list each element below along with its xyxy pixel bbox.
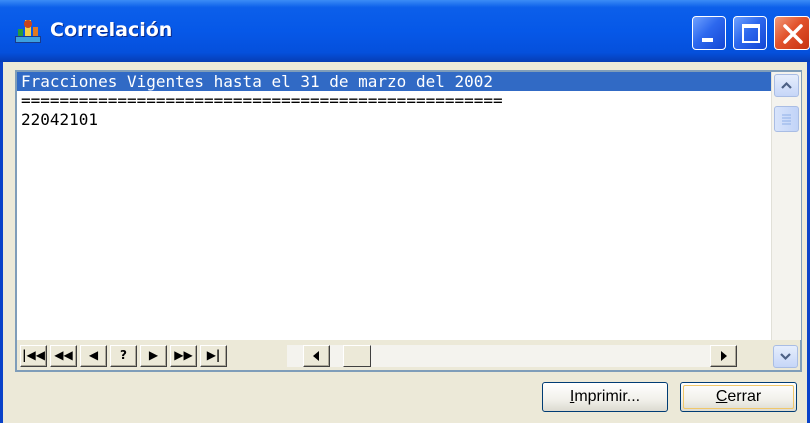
list-item[interactable]: ========================================… <box>17 91 771 110</box>
minimize-button[interactable] <box>692 16 726 50</box>
rewind-button[interactable]: ◀◀ <box>50 345 77 367</box>
last-page-button[interactable]: ▶| <box>200 345 227 367</box>
text-lines: Fracciones Vigentes hasta el 31 de marzo… <box>17 72 771 340</box>
record-navigator: |◀◀ ◀◀ ◀ ? ▶ ▶▶ ▶| <box>17 340 771 370</box>
scroll-down-button[interactable] <box>773 345 798 368</box>
help-button[interactable]: ? <box>110 345 137 367</box>
chevron-up-icon <box>781 81 792 89</box>
vertical-scrollbar[interactable] <box>771 72 801 340</box>
list-item[interactable]: 22042101 <box>17 110 771 129</box>
scroll-up-button[interactable] <box>774 74 799 97</box>
chevron-down-icon <box>780 353 791 361</box>
grip-icon <box>782 114 791 125</box>
maximize-icon <box>742 24 760 43</box>
next-button[interactable]: ▶ <box>140 345 167 367</box>
close-button[interactable]: Cerrar <box>680 382 797 412</box>
scroll-left-button[interactable] <box>303 345 330 367</box>
app-icon <box>15 20 41 43</box>
close-icon <box>783 24 803 44</box>
first-page-button[interactable]: |◀◀ <box>20 345 47 367</box>
horizontal-scroll-thumb[interactable] <box>343 345 371 367</box>
arrow-right-icon <box>721 351 727 361</box>
arrow-left-icon <box>313 351 319 361</box>
correlacion-window: Correlación Fracciones Vigentes hasta el… <box>0 0 810 423</box>
default-focus-ring <box>683 385 794 409</box>
window-title: Correlación <box>50 19 173 41</box>
maximize-button[interactable] <box>733 16 767 50</box>
print-button[interactable]: Imprimir... <box>542 382 668 412</box>
close-window-button[interactable] <box>774 16 810 50</box>
fast-forward-button[interactable]: ▶▶ <box>170 345 197 367</box>
correlation-listbox[interactable]: Fracciones Vigentes hasta el 31 de marzo… <box>15 70 802 372</box>
minimize-icon <box>702 38 713 42</box>
print-label: mprimir... <box>574 388 641 405</box>
title-bar[interactable]: Correlación <box>0 0 810 62</box>
scroll-right-button[interactable] <box>710 345 737 367</box>
previous-button[interactable]: ◀ <box>80 345 107 367</box>
horizontal-scrollbar[interactable] <box>287 345 737 367</box>
list-item-selected[interactable]: Fracciones Vigentes hasta el 31 de marzo… <box>17 72 771 91</box>
scrollbar-corner <box>771 340 800 370</box>
scroll-thumb[interactable] <box>774 106 799 132</box>
